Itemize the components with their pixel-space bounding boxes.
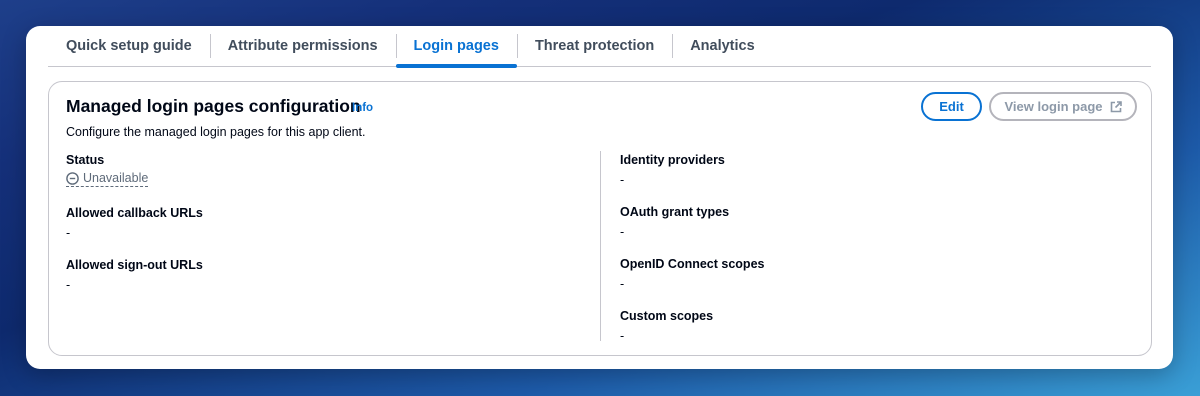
- column-divider: [600, 151, 601, 341]
- login-pages-config-card: Managed login pages configuration Info C…: [48, 81, 1152, 356]
- tab-bar: Quick setup guide Attribute permissions …: [48, 26, 1151, 68]
- callback-urls-label: Allowed callback URLs: [66, 206, 203, 220]
- identity-providers-value: -: [620, 173, 625, 187]
- status-value[interactable]: Unavailable: [66, 171, 149, 187]
- external-link-icon: [1110, 100, 1122, 113]
- oauth-grant-types-value: -: [620, 225, 625, 239]
- custom-scopes-field: Custom scopes -: [620, 309, 713, 343]
- openid-scopes-value: -: [620, 277, 625, 291]
- status-field: Status Unavailable: [66, 153, 149, 190]
- tab-quick-setup-guide[interactable]: Quick setup guide: [48, 26, 210, 66]
- status-label: Status: [66, 153, 105, 167]
- signout-urls-field: Allowed sign-out URLs -: [66, 258, 203, 292]
- openid-scopes-label: OpenID Connect scopes: [620, 257, 765, 271]
- tab-analytics[interactable]: Analytics: [672, 26, 772, 66]
- callback-urls-value: -: [66, 226, 71, 240]
- custom-scopes-value: -: [620, 329, 625, 343]
- identity-providers-label: Identity providers: [620, 153, 725, 167]
- custom-scopes-label: Custom scopes: [620, 309, 714, 323]
- oauth-grant-types-label: OAuth grant types: [620, 205, 730, 219]
- tab-login-pages[interactable]: Login pages: [395, 26, 518, 68]
- signout-urls-value: -: [66, 278, 71, 292]
- tab-threat-protection[interactable]: Threat protection: [516, 26, 672, 66]
- oauth-grant-types-field: OAuth grant types -: [620, 205, 729, 239]
- unavailable-icon: [66, 171, 79, 185]
- edit-button[interactable]: Edit: [921, 92, 982, 121]
- app-window: Quick setup guide Attribute permissions …: [26, 26, 1173, 369]
- openid-scopes-field: OpenID Connect scopes -: [620, 257, 764, 291]
- card-description: Configure the managed login pages for th…: [66, 125, 366, 139]
- tab-attribute-permissions[interactable]: Attribute permissions: [209, 26, 396, 66]
- view-login-page-button[interactable]: View login page: [989, 92, 1137, 121]
- view-login-page-label: View login page: [1004, 99, 1103, 114]
- card-title: Managed login pages configuration: [66, 96, 361, 116]
- signout-urls-label: Allowed sign-out URLs: [66, 258, 203, 272]
- identity-providers-field: Identity providers -: [620, 153, 725, 187]
- callback-urls-field: Allowed callback URLs -: [66, 206, 203, 240]
- edit-button-label: Edit: [939, 99, 964, 114]
- info-link[interactable]: Info: [352, 102, 373, 114]
- status-value-text: Unavailable: [83, 171, 149, 185]
